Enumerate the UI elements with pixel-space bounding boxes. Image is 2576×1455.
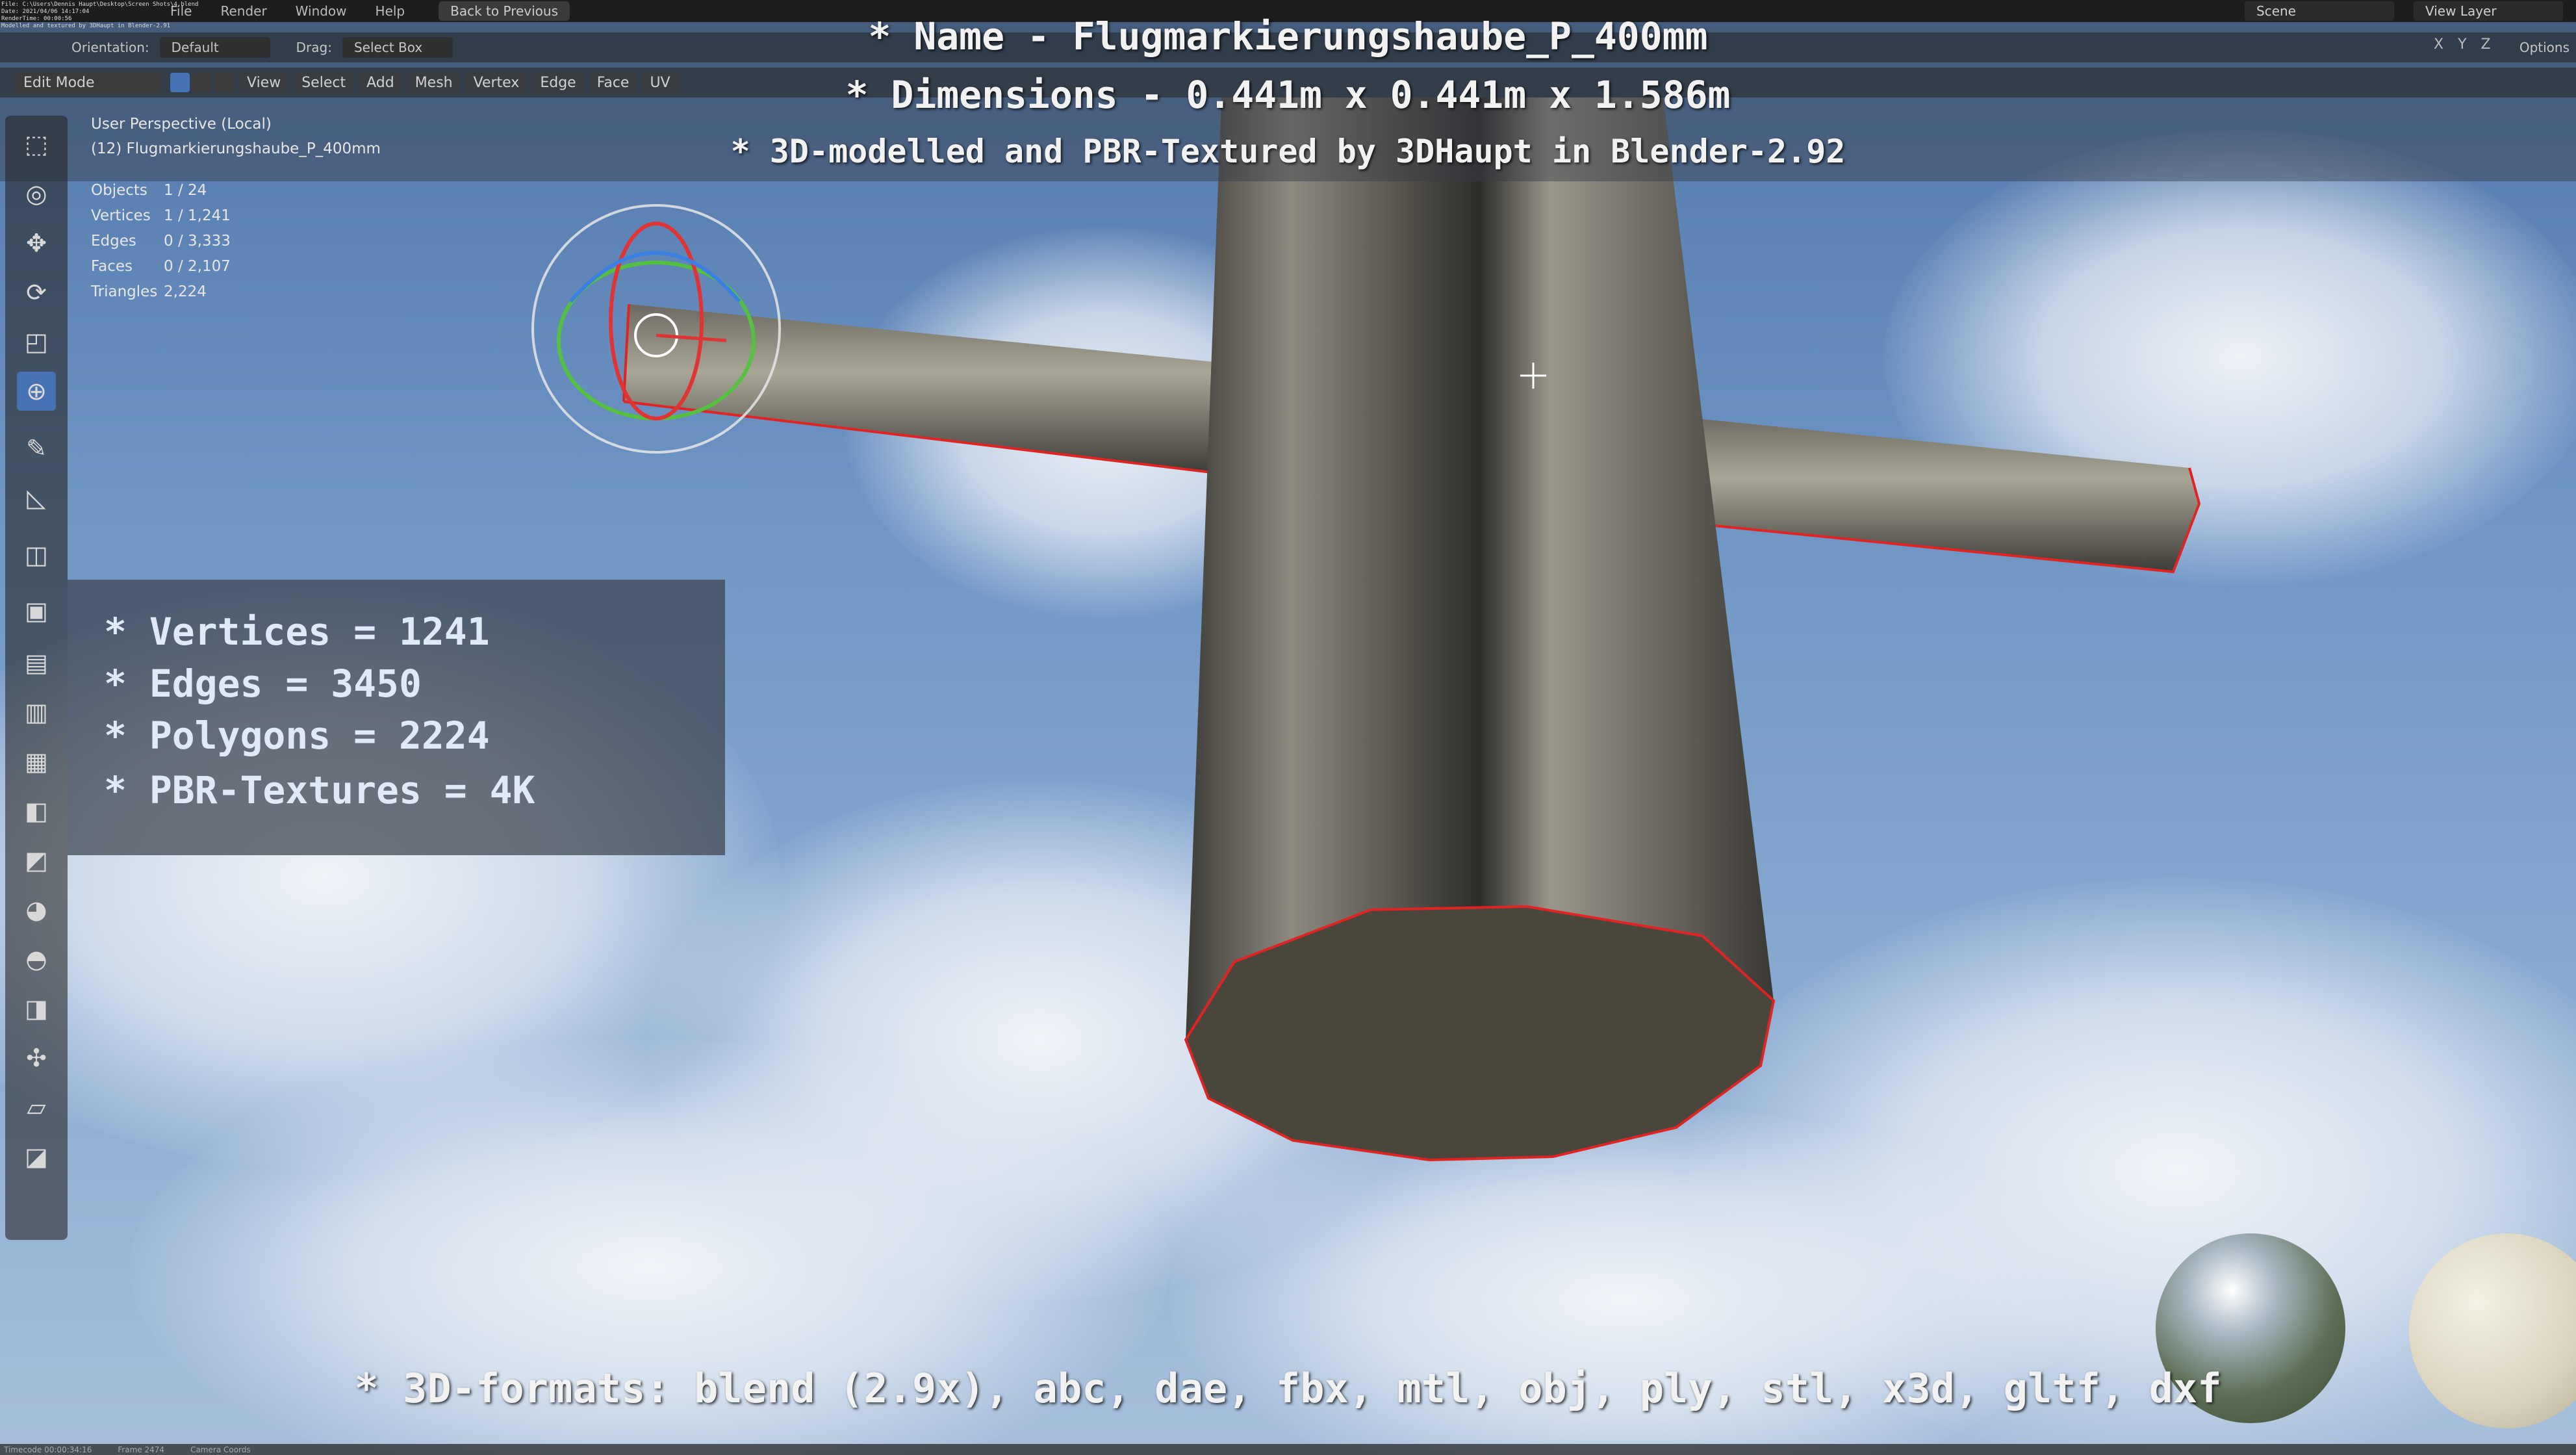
transform-tool-icon[interactable]: ⊕: [17, 372, 56, 411]
viewport-perspective-label: User Perspective (Local): [91, 116, 272, 133]
model-dimensions-title: * Dimensions - 0.441m x 0.441m x 1.586m: [845, 73, 1731, 117]
model-credit-line: * 3D-modelled and PBR-Textured by 3DHaup…: [730, 133, 1846, 170]
shrink-tool-icon[interactable]: ✣: [17, 1038, 56, 1077]
stat-row: Objects 1 / 24: [91, 182, 207, 199]
shear-tool-icon[interactable]: ▱: [17, 1088, 56, 1127]
knife-tool-icon[interactable]: ◧: [17, 792, 56, 831]
measure-tool-icon[interactable]: ◺: [17, 478, 56, 517]
rip-tool-icon[interactable]: ◪: [17, 1137, 56, 1176]
spin-tool-icon[interactable]: ◕: [17, 890, 56, 929]
stat-row: Faces 0 / 2,107: [91, 258, 231, 275]
bevel-tool-icon[interactable]: ▥: [17, 693, 56, 732]
poly-build-tool-icon[interactable]: ◩: [17, 841, 56, 880]
spec-polygons: * Polygons = 2224: [104, 714, 490, 758]
spec-textures: * PBR-Textures = 4K: [104, 768, 535, 812]
spec-edges: * Edges = 3450: [104, 662, 422, 706]
smooth-tool-icon[interactable]: ◓: [17, 940, 56, 979]
extrude-tool-icon[interactable]: ▣: [17, 591, 56, 630]
formats-line: * 3D-formats: blend (2.9x), abc, dae, fb…: [354, 1365, 2222, 1412]
stats-overlay: Objects 1 / 24 Vertices 1 / 1,241 Edges 0 /…: [91, 178, 231, 305]
status-bar: Timecode 00:00:34:16 Frame 2474 Camera C…: [0, 1444, 2576, 1455]
stat-row: Edges 0 / 3,333: [91, 233, 231, 250]
mesh-spec-panel: * Vertices = 1241 * Edges = 3450 * Polyg…: [68, 580, 725, 855]
move-tool-icon[interactable]: ✥: [17, 224, 56, 263]
add-cube-tool-icon[interactable]: ◫: [17, 535, 56, 574]
cursor-tool-icon[interactable]: ◎: [17, 174, 56, 213]
stat-row: Triangles 2,224: [91, 283, 207, 300]
3d-cursor-icon: [1520, 363, 1546, 389]
stat-row: Vertices 1 / 1,241: [91, 207, 231, 224]
annotate-tool-icon[interactable]: ✎: [17, 429, 56, 468]
rotate-gizmo[interactable]: [531, 204, 781, 454]
inset-tool-icon[interactable]: ▤: [17, 643, 56, 682]
edge-slide-tool-icon[interactable]: ◨: [17, 989, 56, 1028]
rotate-tool-icon[interactable]: ⟳: [17, 273, 56, 312]
left-toolbar: ⬚ ◎ ✥ ⟳ ◰ ⊕ ✎ ◺ ◫ ▣ ▤ ▥ ▦ ◧ ◩ ◕ ◓ ◨ ✣ ▱ …: [5, 116, 68, 1240]
loop-cut-tool-icon[interactable]: ▦: [17, 742, 56, 781]
model-name-title: * Name - Flugmarkierungshaube_P_400mm: [868, 14, 1708, 58]
scale-tool-icon[interactable]: ◰: [17, 322, 56, 361]
spec-vertices: * Vertices = 1241: [104, 610, 490, 654]
